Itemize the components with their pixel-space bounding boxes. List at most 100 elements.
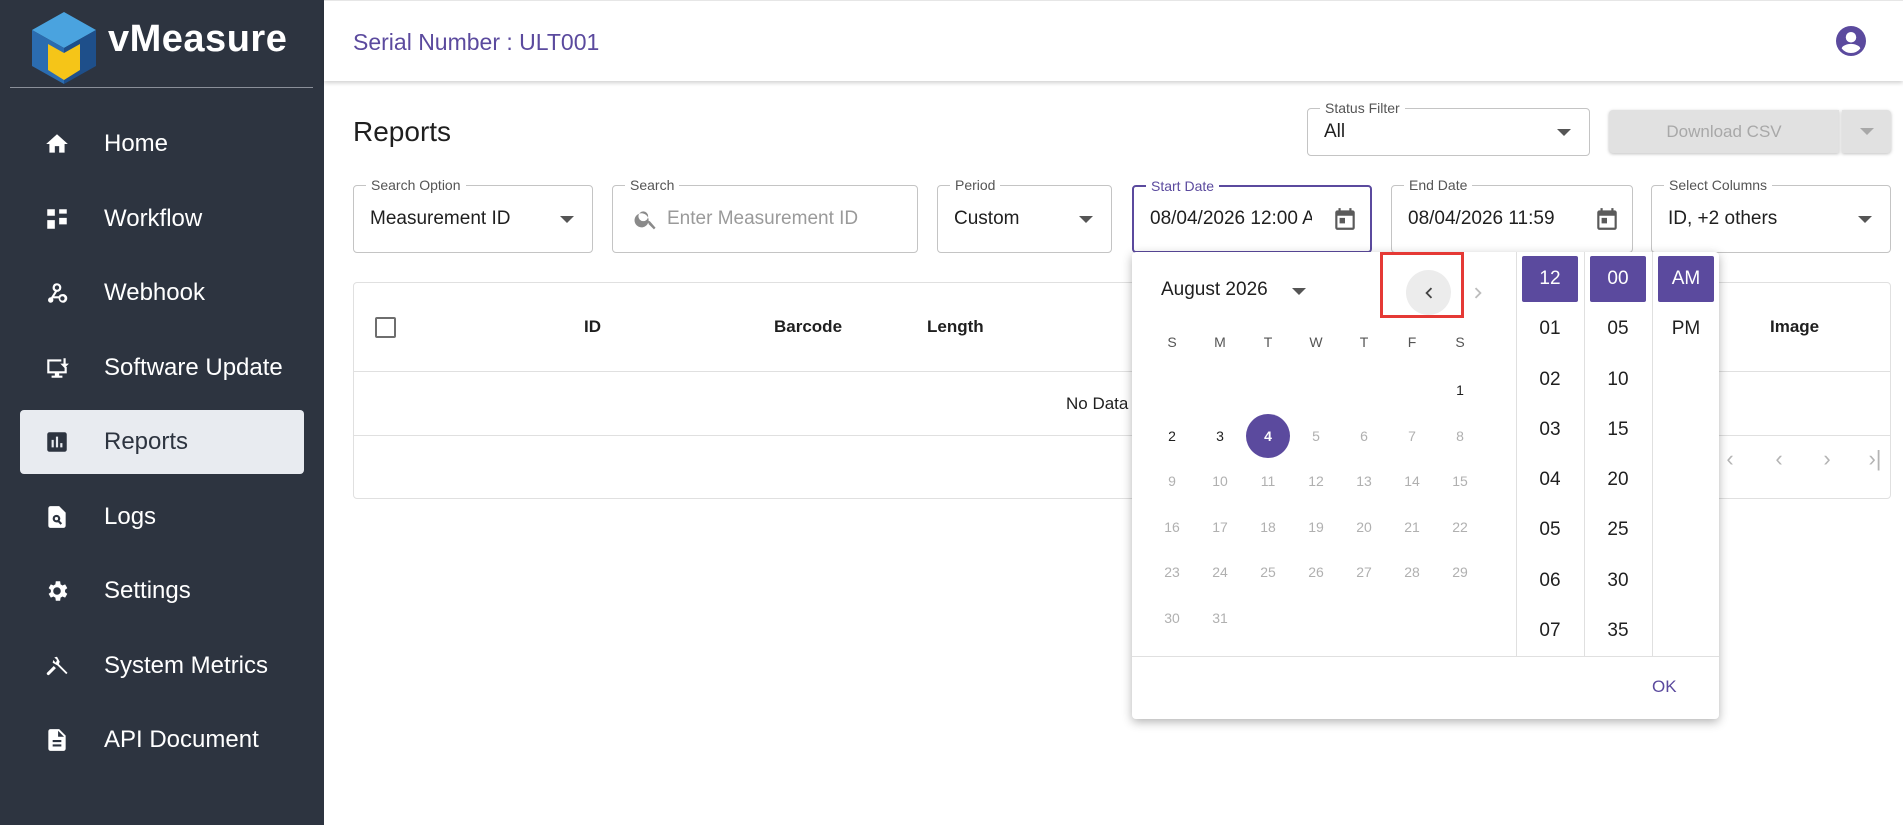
minute-option[interactable]: 15 [1590, 407, 1646, 453]
minute-option[interactable]: 20 [1590, 457, 1646, 503]
sidebar-item-settings[interactable]: Settings [20, 559, 304, 623]
next-page-icon[interactable]: › [1813, 445, 1841, 473]
sidebar-item-reports[interactable]: Reports [20, 410, 304, 474]
period-value: Custom [954, 208, 1020, 229]
calendar-day[interactable]: 4 [1246, 413, 1290, 458]
search-field[interactable]: Search [612, 177, 918, 253]
calendar-day: 6 [1360, 427, 1368, 444]
hour-option[interactable]: 02 [1522, 357, 1578, 403]
calendar-day: 27 [1356, 564, 1372, 580]
minute-option[interactable]: 35 [1590, 608, 1646, 654]
hour-option[interactable]: 07 [1522, 608, 1578, 654]
weekday-label: W [1309, 334, 1323, 350]
calendar-day: 14 [1404, 473, 1420, 489]
search-input[interactable] [667, 186, 917, 252]
hour-option[interactable]: 06 [1522, 558, 1578, 604]
weekday-label: T [1359, 334, 1369, 350]
status-filter-value: All [1324, 121, 1346, 142]
calendar-day: 18 [1260, 518, 1276, 535]
sidebar-item-label: Software Update [104, 353, 283, 381]
calendar-day: 17 [1212, 518, 1228, 535]
meridiem-option[interactable]: PM [1658, 306, 1714, 352]
minute-option[interactable]: 10 [1590, 357, 1646, 403]
previous-page-icon[interactable]: ‹ [1765, 445, 1793, 473]
start-date-value: 08/04/2026 12:00 AM [1150, 208, 1312, 229]
workflow-icon [42, 204, 72, 234]
calendar-day: 7 [1408, 427, 1416, 444]
calendar-day: 28 [1404, 564, 1420, 580]
calendar-day: 8 [1456, 427, 1464, 444]
sidebar-item-system-metrics[interactable]: System Metrics [20, 634, 304, 698]
hour-option[interactable]: 12 [1522, 256, 1578, 302]
search-option-select[interactable]: Search Option Measurement ID [353, 177, 593, 253]
select-all-checkbox[interactable] [375, 317, 396, 338]
end-date-field[interactable]: End Date 08/04/2026 11:59 [1391, 177, 1633, 253]
sidebar-item-label: System Metrics [104, 651, 269, 679]
calendar-day: 10 [1212, 473, 1228, 489]
sidebar-item-label: Logs [104, 502, 157, 530]
first-page-icon[interactable]: ‹ [1716, 445, 1744, 473]
divider [1516, 252, 1517, 656]
software-update-icon [42, 353, 72, 383]
chevron-down-icon[interactable] [1292, 288, 1306, 295]
calendar-icon[interactable] [1594, 206, 1620, 232]
month-year-label[interactable]: August 2026 [1161, 279, 1268, 301]
column-header-image[interactable]: Image [1770, 317, 1819, 337]
column-header-length[interactable]: Length [927, 317, 984, 337]
period-select[interactable]: Period Custom [937, 177, 1112, 253]
sidebar-item-home[interactable]: Home [20, 112, 304, 176]
minute-option[interactable]: 30 [1590, 558, 1646, 604]
account-icon[interactable] [1833, 23, 1869, 59]
calendar-day: 13 [1356, 473, 1372, 489]
calendar-day: 29 [1452, 564, 1468, 580]
hour-option[interactable]: 01 [1522, 306, 1578, 352]
column-header-barcode[interactable]: Barcode [774, 317, 842, 337]
calendar-day: 5 [1312, 427, 1320, 444]
calendar-day: 16 [1164, 518, 1180, 535]
download-csv-button[interactable]: Download CSV [1609, 110, 1839, 153]
calendar-day[interactable]: 1 [1438, 368, 1482, 412]
calendar-day: 30 [1164, 609, 1180, 626]
hours-column[interactable]: 12 01 02 03 04 05 06 07 [1522, 256, 1578, 658]
search-icon [634, 211, 656, 230]
meridiem-column[interactable]: AM PM [1658, 256, 1714, 357]
page-title: Reports [353, 116, 452, 147]
select-columns-select[interactable]: Select Columns ID, +2 others [1651, 177, 1891, 253]
last-page-icon[interactable]: ›| [1861, 445, 1889, 473]
ok-button[interactable]: OK [1652, 677, 1677, 697]
weekday-label: S [1455, 334, 1465, 350]
hour-option[interactable]: 04 [1522, 457, 1578, 503]
meridiem-option[interactable]: AM [1658, 256, 1714, 302]
column-header-id[interactable]: ID [584, 317, 601, 337]
download-options-button[interactable] [1842, 110, 1891, 153]
hour-option[interactable]: 03 [1522, 407, 1578, 453]
sidebar-item-label: Settings [104, 577, 191, 604]
sidebar-item-software-update[interactable]: Software Update [20, 336, 304, 400]
sidebar-item-label: Webhook [104, 279, 205, 306]
calendar-day[interactable]: 3 [1198, 414, 1242, 458]
sidebar-item-workflow[interactable]: Workflow [20, 187, 304, 251]
sidebar-nav: Home Workflow Webhook Software Update Re… [0, 112, 324, 783]
minute-option[interactable]: 00 [1590, 256, 1646, 302]
reports-icon [42, 427, 72, 457]
hour-option[interactable]: 05 [1522, 507, 1578, 553]
calendar-day: 20 [1356, 518, 1372, 535]
calendar-day: 19 [1308, 518, 1324, 535]
sidebar-item-logs[interactable]: Logs [20, 485, 304, 549]
chevron-down-icon [1858, 216, 1872, 223]
sidebar-item-webhook[interactable]: Webhook [20, 261, 304, 325]
select-columns-value: ID, +2 others [1668, 208, 1778, 229]
gear-icon [42, 576, 72, 606]
logs-icon [42, 502, 72, 532]
no-data-text: No Data [1066, 394, 1129, 413]
calendar-day[interactable]: 2 [1150, 414, 1194, 458]
sidebar-item-api-document[interactable]: API Document [20, 708, 304, 772]
status-filter-select[interactable]: Status Filter All [1307, 100, 1590, 156]
minute-option[interactable]: 25 [1590, 507, 1646, 553]
logo: vMeasure [10, 4, 313, 88]
minute-option[interactable]: 05 [1590, 306, 1646, 352]
minutes-column[interactable]: 00 05 10 15 20 25 30 35 [1590, 256, 1646, 658]
webhook-icon [42, 278, 72, 308]
start-date-field[interactable]: Start Date 08/04/2026 12:00 AM [1132, 178, 1372, 253]
calendar-icon[interactable] [1332, 206, 1358, 232]
